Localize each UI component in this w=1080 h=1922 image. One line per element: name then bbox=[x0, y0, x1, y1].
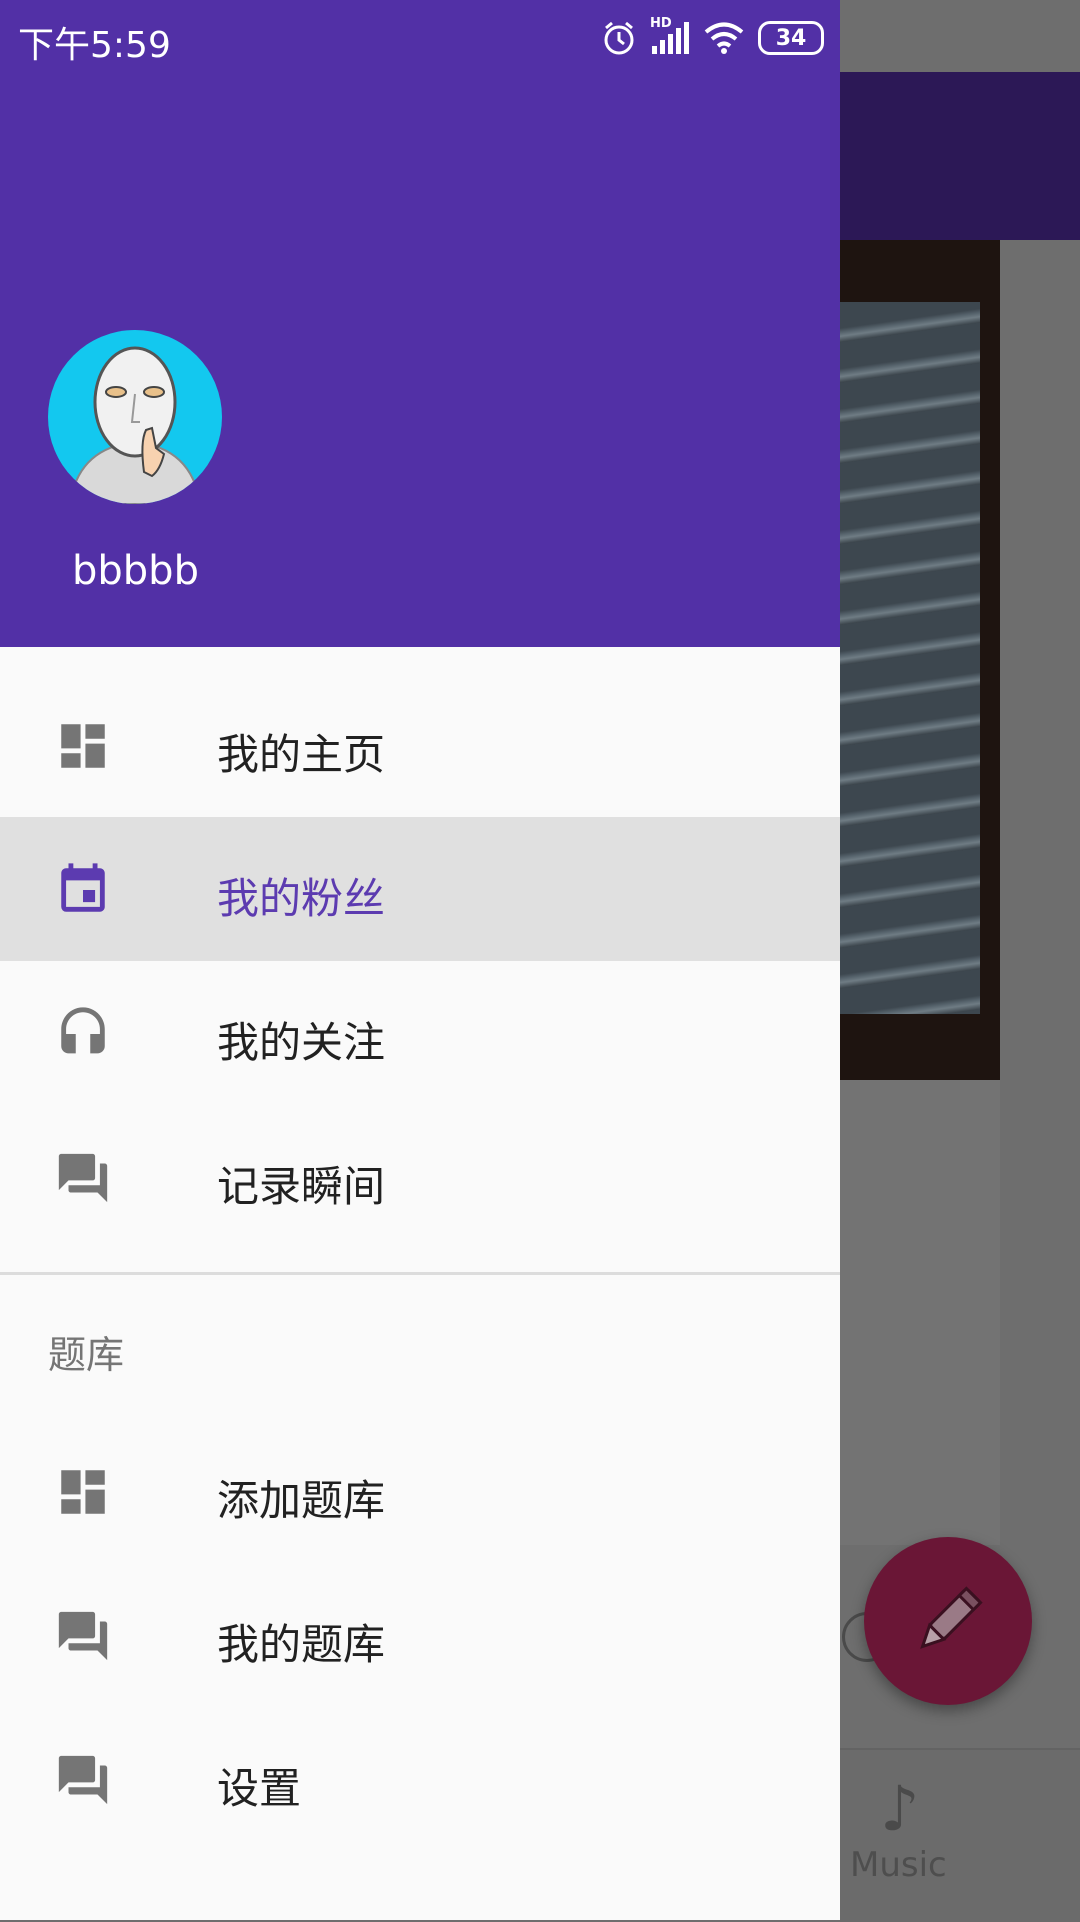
username: bbbbb bbox=[72, 548, 199, 594]
menu-item-moments[interactable]: 记录瞬间 bbox=[0, 1105, 840, 1249]
bottom-nav-music-label: Music bbox=[850, 1845, 947, 1885]
menu-item-add-question-bank[interactable]: 添加题库 bbox=[0, 1419, 840, 1563]
music-note-icon: ♪ bbox=[880, 1772, 920, 1845]
menu-item-fans[interactable]: 我的粉丝 bbox=[0, 817, 840, 961]
pencil-icon bbox=[920, 1586, 983, 1649]
menu-item-label: 我的关注 bbox=[217, 1018, 386, 1067]
menu-item-label: 我的主页 bbox=[217, 730, 386, 779]
background-card bbox=[840, 1080, 1000, 1545]
alarm-icon bbox=[604, 21, 634, 55]
menu-item-label: 我的题库 bbox=[217, 1620, 386, 1669]
navigation-drawer: 下午5:59 HD 34 bbbbb 我的主页 我的粉丝 我的关注 记录瞬间 题… bbox=[0, 0, 840, 1920]
avatar[interactable] bbox=[48, 330, 222, 504]
calendar-icon bbox=[61, 863, 105, 912]
cell-signal-icon: HD bbox=[650, 16, 690, 56]
menu-item-label: 记录瞬间 bbox=[217, 1162, 386, 1211]
status-time: 下午5:59 bbox=[18, 25, 171, 66]
avatar-image bbox=[68, 346, 202, 504]
menu-item-my-question-bank[interactable]: 我的题库 bbox=[0, 1563, 840, 1707]
background-picture bbox=[840, 302, 980, 1014]
forum-icon bbox=[58, 1611, 108, 1661]
menu-item-home[interactable]: 我的主页 bbox=[0, 673, 840, 817]
status-icons: HD 34 bbox=[602, 16, 824, 58]
forum-icon bbox=[58, 1755, 108, 1805]
battery-icon: 34 bbox=[758, 21, 824, 55]
dashboard-icon bbox=[61, 724, 105, 768]
menu-divider bbox=[0, 1272, 840, 1275]
section-title: 题库 bbox=[48, 1333, 125, 1377]
menu-item-label: 我的粉丝 bbox=[217, 874, 386, 923]
compose-fab-button[interactable] bbox=[864, 1537, 1032, 1705]
menu-item-settings[interactable]: 设置 bbox=[0, 1707, 840, 1851]
background-bottom-nav bbox=[840, 1748, 1080, 1922]
menu-item-label: 设置 bbox=[217, 1764, 302, 1813]
background-toolbar bbox=[840, 72, 1080, 240]
wifi-icon bbox=[704, 22, 744, 54]
menu-item-label: 添加题库 bbox=[217, 1476, 386, 1525]
headset-icon bbox=[61, 1007, 105, 1054]
drawer-header: 下午5:59 HD 34 bbbbb bbox=[0, 0, 840, 647]
menu-item-following[interactable]: 我的关注 bbox=[0, 961, 840, 1105]
forum-icon bbox=[58, 1153, 108, 1203]
dashboard-icon bbox=[61, 1470, 105, 1514]
